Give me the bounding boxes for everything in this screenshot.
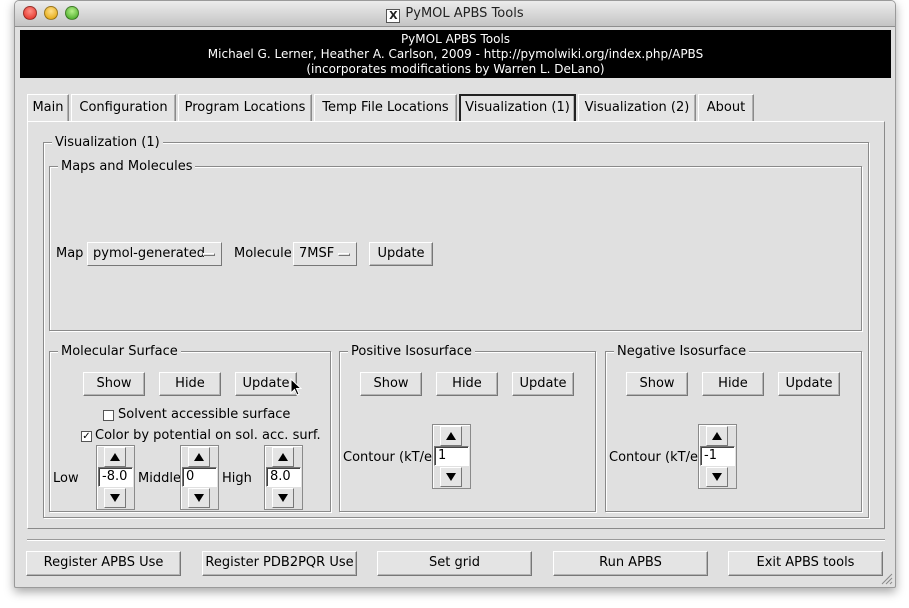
middle-label: Middle	[138, 471, 181, 486]
molecular-surface-title: Molecular Surface	[58, 344, 181, 359]
tab-visualization-1[interactable]: Visualization (1)	[459, 94, 576, 122]
low-spinner: -8.0	[96, 445, 135, 510]
high-increment-button[interactable]	[272, 447, 294, 467]
low-increment-button[interactable]	[104, 447, 126, 467]
negative-isosurface-group: Negative Isosurface Show Hide Update Con…	[605, 344, 862, 512]
high-spinner: 8.0	[264, 445, 303, 510]
molecular-surface-group: Molecular Surface Show Hide Update Solve…	[49, 344, 331, 512]
tab-main[interactable]: Main	[27, 94, 69, 122]
positive-contour-input[interactable]: 1	[434, 446, 469, 466]
positive-contour-label: Contour (kT/e)	[343, 450, 438, 465]
positive-contour-spinner: 1	[432, 424, 471, 489]
bottom-divider	[27, 539, 885, 541]
set-grid-button[interactable]: Set grid	[377, 551, 532, 576]
register-pdb2pqr-button[interactable]: Register PDB2PQR Use	[202, 551, 357, 576]
surface-hide-button[interactable]: Hide	[159, 372, 221, 396]
exit-apbs-tools-button[interactable]: Exit APBS tools	[728, 551, 883, 576]
negative-update-button[interactable]: Update	[778, 372, 840, 396]
negative-show-button[interactable]: Show	[626, 372, 688, 396]
middle-spinner: 0	[180, 445, 219, 510]
positive-decrement-button[interactable]	[440, 467, 462, 487]
positive-hide-button[interactable]: Hide	[436, 372, 498, 396]
high-decrement-button[interactable]	[272, 488, 294, 508]
option-menu-indicator-icon	[338, 253, 350, 256]
middle-increment-button[interactable]	[188, 447, 210, 467]
arrow-up-icon	[712, 432, 722, 440]
visualization-group-title: Visualization (1)	[52, 135, 163, 150]
color-by-potential-label: Color by potential on sol. acc. surf.	[95, 428, 321, 443]
molecule-select-value: 7MSF	[299, 246, 335, 261]
map-select-value: pymol-generated	[93, 246, 206, 261]
tab-content-panel: Visualization (1) Maps and Molecules Map…	[27, 121, 885, 529]
positive-isosurface-title: Positive Isosurface	[348, 344, 475, 359]
apbs-tools-window: X PyMOL APBS Tools PyMOL APBS Tools Micha…	[14, 0, 896, 588]
tab-about[interactable]: About	[698, 94, 754, 122]
resize-grip-icon[interactable]	[881, 573, 893, 585]
positive-update-button[interactable]: Update	[512, 372, 574, 396]
middle-decrement-button[interactable]	[188, 488, 210, 508]
maps-update-button[interactable]: Update	[369, 242, 433, 266]
tab-program-locations[interactable]: Program Locations	[178, 94, 312, 122]
map-select[interactable]: pymol-generated	[87, 242, 222, 266]
arrow-down-icon	[194, 494, 204, 502]
tab-visualization-2[interactable]: Visualization (2)	[578, 94, 696, 122]
solvent-accessible-checkbox[interactable]	[103, 410, 114, 421]
negative-isosurface-title: Negative Isosurface	[614, 344, 750, 359]
title-bar[interactable]: X PyMOL APBS Tools	[15, 1, 895, 27]
negative-increment-button[interactable]	[706, 426, 728, 446]
middle-value-input[interactable]: 0	[182, 467, 217, 487]
run-apbs-button[interactable]: Run APBS	[553, 551, 708, 576]
surface-show-button[interactable]: Show	[83, 372, 145, 396]
negative-contour-spinner: -1	[698, 424, 737, 489]
high-label: High	[222, 471, 252, 486]
option-menu-indicator-icon	[203, 253, 215, 256]
positive-increment-button[interactable]	[440, 426, 462, 446]
x11-icon: X	[386, 9, 401, 23]
window-title: PyMOL APBS Tools	[405, 6, 524, 21]
arrow-up-icon	[446, 432, 456, 440]
high-value-input[interactable]: 8.0	[266, 467, 301, 487]
positive-show-button[interactable]: Show	[360, 372, 422, 396]
window-title-container: X PyMOL APBS Tools	[15, 6, 895, 23]
banner-title: PyMOL APBS Tools	[400, 32, 511, 46]
header-banner: PyMOL APBS Tools Michael G. Lerner, Heat…	[20, 30, 891, 78]
negative-contour-input[interactable]: -1	[700, 446, 735, 466]
negative-hide-button[interactable]: Hide	[702, 372, 764, 396]
low-value-input[interactable]: -8.0	[98, 467, 133, 487]
maps-and-molecules-group: Maps and Molecules Map pymol-generated M…	[49, 159, 862, 331]
low-label: Low	[53, 471, 79, 486]
register-apbs-button[interactable]: Register APBS Use	[26, 551, 181, 576]
molecule-select[interactable]: 7MSF	[293, 242, 357, 266]
arrow-down-icon	[446, 473, 456, 481]
arrow-down-icon	[712, 473, 722, 481]
arrow-down-icon	[278, 494, 288, 502]
maps-and-molecules-title: Maps and Molecules	[58, 159, 196, 174]
arrow-up-icon	[110, 453, 120, 461]
molecule-label: Molecule	[234, 246, 292, 261]
arrow-up-icon	[278, 453, 288, 461]
low-decrement-button[interactable]	[104, 488, 126, 508]
tab-temp-file-locations[interactable]: Temp File Locations	[314, 94, 457, 122]
surface-update-button[interactable]: Update	[235, 372, 297, 396]
arrow-down-icon	[110, 494, 120, 502]
positive-isosurface-group: Positive Isosurface Show Hide Update Con…	[339, 344, 596, 512]
visualization-group: Visualization (1) Maps and Molecules Map…	[43, 135, 869, 518]
banner-authors: Michael G. Lerner, Heather A. Carlson, 2…	[207, 47, 704, 61]
map-label: Map	[56, 246, 84, 261]
negative-contour-label: Contour (kT/e)	[609, 450, 704, 465]
solvent-accessible-label: Solvent accessible surface	[118, 407, 291, 422]
banner-credits: (incorporates modifications by Warren L.…	[306, 62, 605, 76]
tab-configuration[interactable]: Configuration	[71, 94, 176, 122]
arrow-up-icon	[194, 453, 204, 461]
mouse-pointer-icon	[290, 378, 302, 396]
negative-decrement-button[interactable]	[706, 467, 728, 487]
color-by-potential-checkbox[interactable]: ✓	[81, 431, 92, 442]
